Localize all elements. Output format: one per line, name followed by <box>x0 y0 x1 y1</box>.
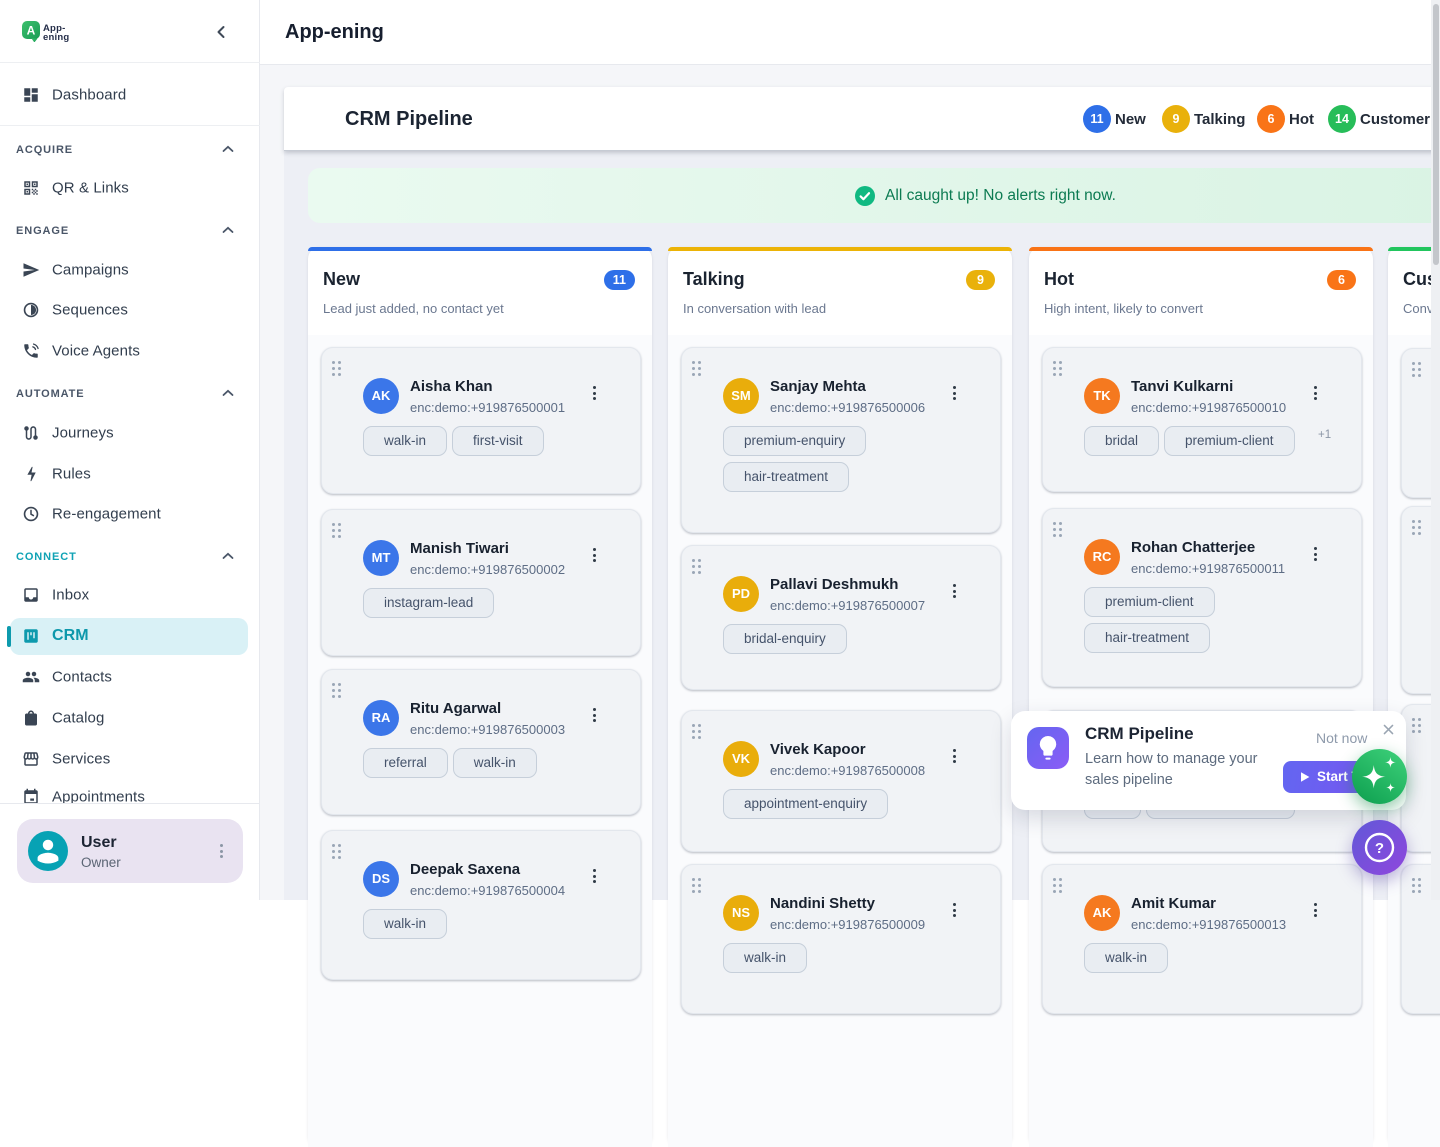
svg-text:A: A <box>27 24 36 38</box>
svg-text:?: ? <box>1375 840 1384 857</box>
